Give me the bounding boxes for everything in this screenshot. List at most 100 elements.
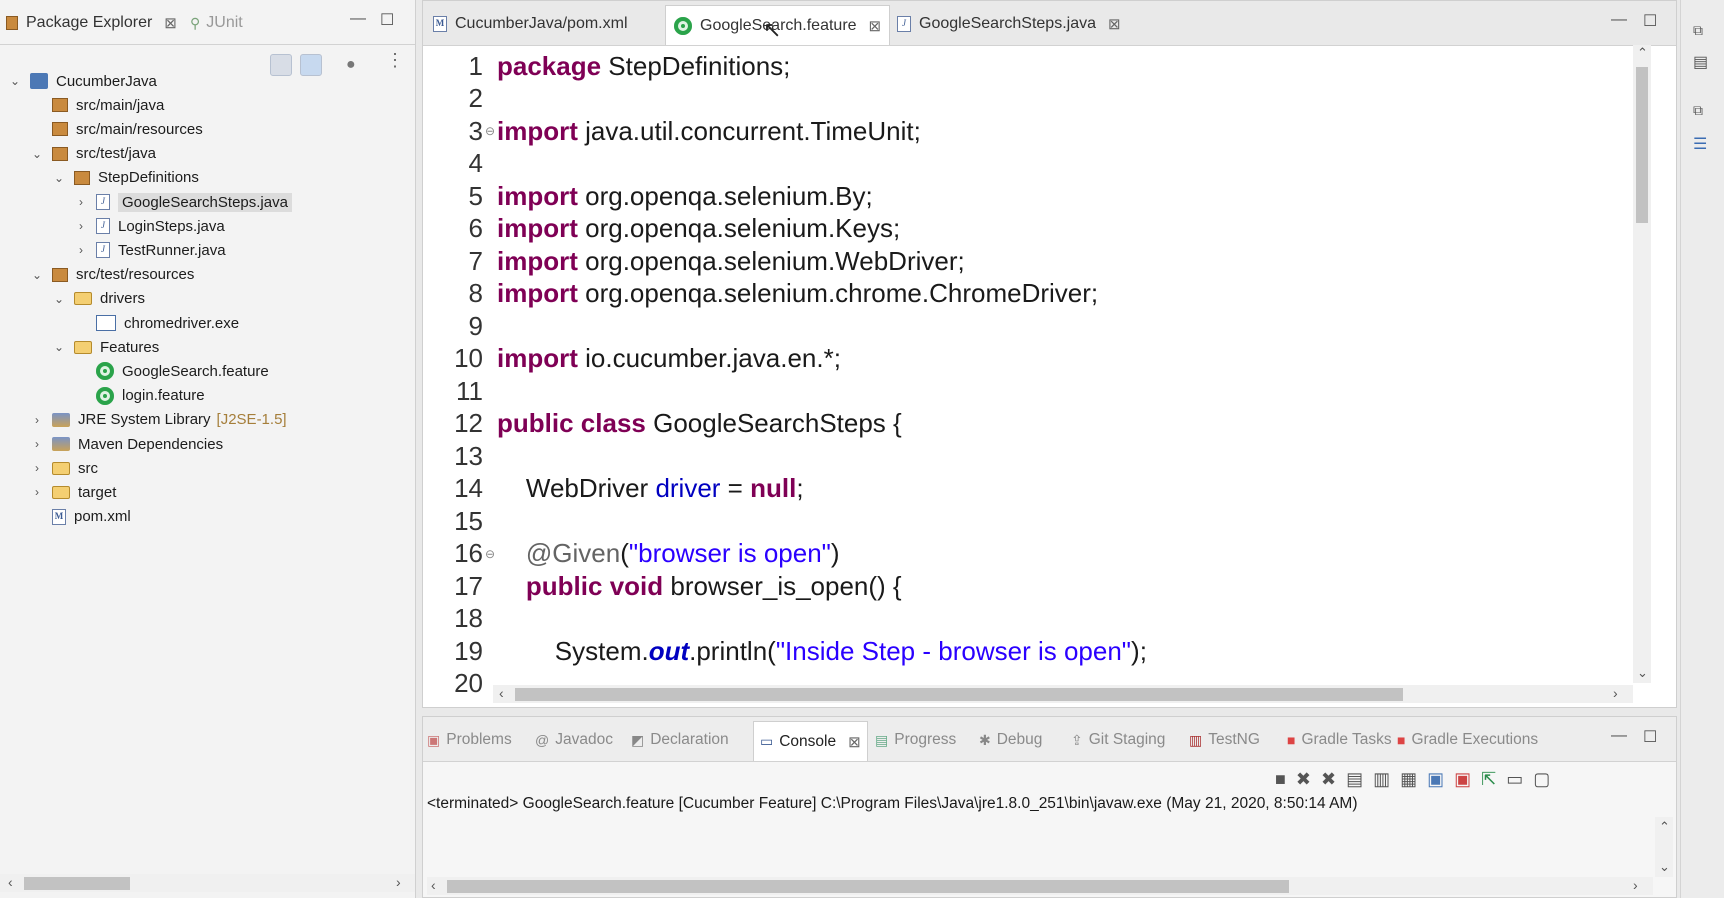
tree-item[interactable]: ⌄ drivers — [52, 288, 145, 310]
tab-git-staging[interactable]: ⇪ Git Staging — [1071, 721, 1165, 759]
outline-icon[interactable]: ▤ — [1693, 52, 1708, 72]
scroll-left-icon[interactable]: ‹ — [431, 877, 436, 893]
scrollbar-thumb[interactable] — [1636, 67, 1648, 223]
tab-declaration[interactable]: ◩ Declaration — [631, 721, 729, 759]
tab-progress[interactable]: ▤ Progress — [875, 721, 956, 759]
scroll-right-icon[interactable]: › — [1613, 685, 1618, 701]
word-wrap-icon[interactable]: ▦ — [1400, 769, 1417, 790]
tree-item[interactable]: src/main/java — [30, 94, 164, 116]
tab-problems[interactable]: ▣ Problems — [427, 721, 512, 759]
tab-debug[interactable]: ✱ Debug — [979, 721, 1042, 759]
tree-item[interactable]: src/main/resources — [30, 118, 203, 140]
tab-package-explorer[interactable]: Package Explorer ⊠ — [6, 4, 177, 42]
maximize-icon[interactable]: ☐ — [1643, 11, 1657, 31]
collapse-all-icon[interactable] — [270, 54, 292, 76]
remove-launch-icon[interactable]: ✖ — [1296, 769, 1311, 790]
scrollbar-thumb[interactable] — [447, 880, 1289, 893]
chevron-down-icon[interactable]: ⌄ — [52, 292, 66, 306]
close-icon[interactable]: ⊠ — [1108, 15, 1121, 33]
tab-console[interactable]: ▭ Console ⊠ — [753, 721, 868, 761]
minimize-icon[interactable]: — — [350, 10, 366, 28]
close-icon[interactable]: ⊠ — [164, 14, 177, 32]
tab-junit[interactable]: ⚲ JUnit — [190, 4, 243, 42]
code-token: public — [497, 408, 574, 438]
restore-icon[interactable]: ⧉ — [1693, 102, 1703, 119]
scroll-left-icon[interactable]: ‹ — [499, 685, 504, 701]
chevron-right-icon[interactable]: › — [74, 243, 88, 257]
pin-console-icon[interactable]: ⇱ — [1481, 769, 1496, 790]
code-token: org.openqa.selenium.chrome.ChromeDriver; — [577, 278, 1099, 308]
chevron-right-icon[interactable]: › — [74, 219, 88, 233]
tab-label: CucumberJava/pom.xml — [455, 15, 628, 32]
tree-item[interactable]: ⌄ StepDefinitions — [52, 167, 199, 189]
minimize-icon[interactable]: — — [1611, 727, 1627, 745]
tab-gradle-executions[interactable]: ■ Gradle Executions — [1397, 721, 1538, 759]
clear-console-icon[interactable]: ▤ — [1346, 769, 1363, 790]
tree-item[interactable]: ⌄ src/test/resources — [30, 264, 194, 286]
scroll-up-icon[interactable]: ⌃ — [1637, 45, 1648, 61]
fold-icon[interactable]: ⊖ — [483, 547, 497, 561]
open-console-icon[interactable]: ▢ — [1533, 769, 1550, 790]
scroll-right-icon[interactable]: › — [1633, 877, 1638, 893]
scroll-right-icon[interactable]: › — [396, 874, 401, 890]
view-menu-icon[interactable]: ⋮ — [386, 50, 404, 71]
chevron-down-icon[interactable]: ⌄ — [30, 147, 44, 161]
vertical-scrollbar[interactable]: ⌃ ⌄ — [1633, 45, 1651, 683]
horizontal-scrollbar[interactable]: ‹ › — [0, 874, 415, 892]
tree-item[interactable]: ⌄ src/test/java — [30, 143, 156, 165]
close-icon[interactable]: ⊠ — [848, 733, 861, 751]
remove-all-launches-icon[interactable]: ✖ — [1321, 769, 1336, 790]
horizontal-scrollbar[interactable]: ‹ › — [427, 877, 1653, 895]
tab-pom-xml[interactable]: M CucumberJava/pom.xml — [433, 5, 628, 43]
tree-item[interactable]: › target — [30, 481, 116, 503]
chevron-right-icon[interactable]: › — [30, 461, 44, 475]
tree-item[interactable]: › Maven Dependencies — [30, 433, 223, 455]
chevron-down-icon[interactable]: ⌄ — [52, 171, 66, 185]
vertical-scrollbar[interactable]: ⌃ ⌄ — [1655, 817, 1673, 877]
minimize-icon[interactable]: — — [1611, 11, 1627, 29]
scrollbar-thumb[interactable] — [515, 688, 1403, 701]
tree-item[interactable]: ⌄ CucumberJava — [8, 70, 157, 92]
scroll-down-icon[interactable]: ⌄ — [1659, 859, 1670, 875]
show-on-error-icon[interactable]: ▣ — [1454, 769, 1471, 790]
scroll-up-icon[interactable]: ⌃ — [1659, 819, 1670, 835]
terminate-icon[interactable]: ■ — [1275, 769, 1286, 790]
display-console-icon[interactable]: ▭ — [1506, 769, 1523, 790]
tree-item[interactable]: ⌄ Features — [52, 336, 159, 358]
scroll-lock-icon[interactable]: ▥ — [1373, 769, 1390, 790]
horizontal-scrollbar[interactable]: ‹ › — [493, 685, 1633, 703]
filter-icon[interactable]: ● — [346, 56, 356, 74]
tree-item[interactable]: › J GoogleSearchSteps.java — [74, 191, 292, 213]
tab-testng[interactable]: ▥ TestNG — [1189, 721, 1260, 759]
tree-item[interactable]: Mpom.xml — [30, 506, 131, 528]
task-list-icon[interactable]: ☰ — [1693, 134, 1707, 154]
scroll-down-icon[interactable]: ⌄ — [1637, 665, 1648, 681]
chevron-right-icon[interactable]: › — [74, 195, 88, 209]
tab-javadoc[interactable]: @ Javadoc — [535, 721, 613, 759]
chevron-right-icon[interactable]: › — [30, 413, 44, 427]
chevron-down-icon[interactable]: ⌄ — [30, 268, 44, 282]
maximize-icon[interactable]: ☐ — [380, 10, 394, 30]
tree-item[interactable]: › J LoginSteps.java — [74, 215, 225, 237]
console-toolbar: ■ ✖ ✖ ▤ ▥ ▦ ▣ ▣ ⇱ ▭ ▢ — [1275, 769, 1550, 790]
tree-item[interactable]: GoogleSearch.feature — [74, 360, 269, 382]
chevron-down-icon[interactable]: ⌄ — [8, 74, 22, 88]
close-icon[interactable]: ⊠ — [869, 17, 882, 35]
tree-item[interactable]: › src — [30, 457, 98, 479]
maximize-icon[interactable]: ☐ — [1643, 727, 1657, 747]
restore-icon[interactable]: ⧉ — [1693, 22, 1703, 39]
chevron-down-icon[interactable]: ⌄ — [52, 340, 66, 354]
show-on-output-icon[interactable]: ▣ — [1427, 769, 1444, 790]
tab-googlesearchsteps-java[interactable]: J GoogleSearchSteps.java ⊠ — [897, 5, 1121, 43]
link-with-editor-icon[interactable] — [300, 54, 322, 76]
fold-icon[interactable]: ⊖ — [483, 124, 497, 138]
tree-item[interactable]: › JRE System Library [J2SE-1.5] — [30, 409, 287, 431]
tree-item[interactable]: › J TestRunner.java — [74, 239, 226, 261]
tree-item[interactable]: login.feature — [74, 385, 205, 407]
tree-item[interactable]: chromedriver.exe — [74, 312, 239, 334]
chevron-right-icon[interactable]: › — [30, 437, 44, 451]
scroll-left-icon[interactable]: ‹ — [8, 874, 13, 890]
tab-gradle-tasks[interactable]: ■ Gradle Tasks — [1287, 721, 1392, 759]
chevron-right-icon[interactable]: › — [30, 485, 44, 499]
scrollbar-thumb[interactable] — [24, 877, 130, 890]
